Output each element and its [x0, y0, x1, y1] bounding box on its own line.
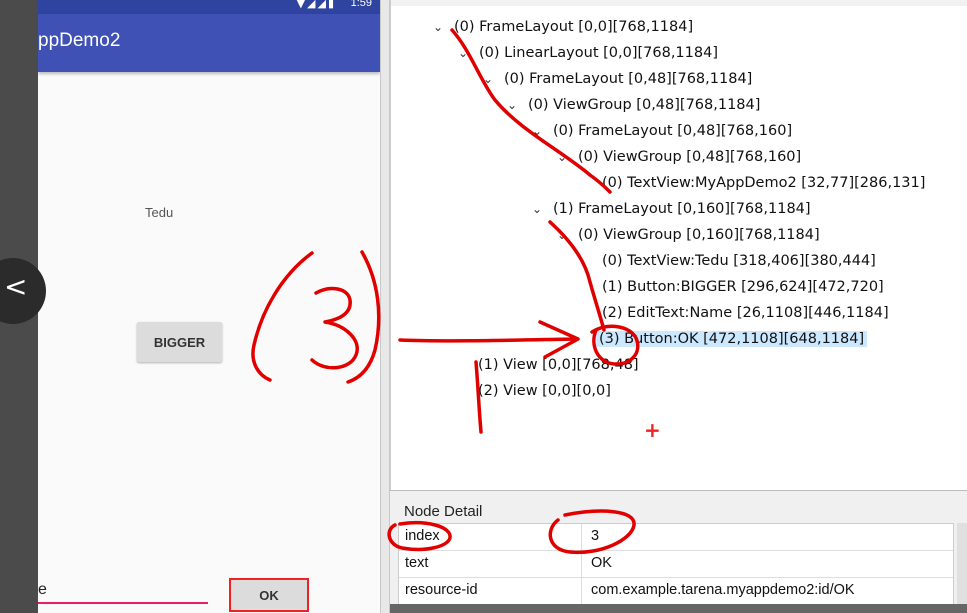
node-detail-panel: Node Detail index 3 text OK resource-id …	[390, 490, 967, 613]
status-bar: ▼◢◢▮ 1:59	[38, 0, 380, 14]
tree-node[interactable]: ⌄ (0) FrameLayout [0,48][768,160]	[532, 118, 795, 144]
chevron-down-icon[interactable]: ⌄	[557, 144, 575, 170]
tree-top-edge	[391, 0, 967, 6]
tree-node[interactable]: ⌄ (0) FrameLayout [0,0][768,1184]	[433, 14, 696, 40]
detail-value: OK	[591, 555, 612, 571]
tree-node[interactable]: (2) EditText:Name [26,1108][446,1184]	[599, 300, 892, 326]
tree-node[interactable]: (0) TextView:MyAppDemo2 [32,77][286,131]	[599, 170, 928, 196]
chevron-down-icon[interactable]: ⌄	[532, 118, 550, 144]
chevron-down-icon[interactable]: ⌄	[458, 40, 476, 66]
detail-value: 3	[591, 528, 600, 544]
detail-key: resource-id	[405, 582, 478, 598]
chevron-down-icon[interactable]: ⌄	[507, 92, 525, 118]
detail-key: index	[405, 528, 440, 544]
node-detail-title: Node Detail	[404, 503, 483, 520]
tree-node[interactable]: (1) View [0,0][768,48]	[475, 352, 642, 378]
status-time: 1:59	[350, 0, 372, 9]
detail-row-resource-id[interactable]: resource-id com.example.tarena.myappdemo…	[399, 578, 953, 605]
tree-node[interactable]: ⌄ (0) ViewGroup [0,48][768,1184]	[507, 92, 763, 118]
chevron-down-icon[interactable]: ⌄	[433, 14, 451, 40]
split-divider[interactable]	[380, 0, 390, 613]
detail-value: com.example.tarena.myappdemo2:id/OK	[591, 582, 855, 598]
detail-key: text	[405, 555, 429, 571]
name-edittext[interactable]	[38, 578, 208, 604]
chevron-down-icon[interactable]: ⌄	[532, 196, 550, 222]
ok-button[interactable]: OK	[229, 578, 309, 612]
status-icons: ▼◢◢▮	[296, 0, 336, 10]
tree-node[interactable]: ⌄ (0) ViewGroup [0,48][768,160]	[557, 144, 804, 170]
column-separator	[581, 524, 582, 551]
tree-node[interactable]: ⌄ (1) FrameLayout [0,160][768,1184]	[532, 196, 814, 222]
hierarchy-tree: ⌄ (0) FrameLayout [0,0][768,1184] ⌄ (0) Li…	[390, 0, 967, 490]
chevron-down-icon[interactable]: ⌄	[557, 222, 575, 248]
bigger-button[interactable]: BIGGER	[137, 322, 222, 362]
tedu-textview: Tedu	[145, 205, 174, 220]
column-separator	[581, 551, 582, 578]
crosshair-plus-icon: +	[644, 418, 661, 442]
detail-row-text[interactable]: text OK	[399, 551, 953, 578]
phone-screen: ▼◢◢▮ 1:59 ppDemo2 Tedu BIGGER OK	[38, 0, 380, 613]
tree-node[interactable]: (0) TextView:Tedu [318,406][380,444]	[599, 248, 879, 274]
detail-scrollbar[interactable]	[957, 523, 967, 613]
chevron-left-icon: <	[4, 270, 28, 303]
tree-node[interactable]: ⌄ (0) LinearLayout [0,0][768,1184]	[458, 40, 721, 66]
tree-node-selected[interactable]: (3) Button:OK [472,1108][648,1184]	[596, 326, 868, 352]
screenshot-root: ▼◢◢▮ 1:59 ppDemo2 Tedu BIGGER OK < ⌄(0) …	[0, 0, 967, 613]
app-bar: ppDemo2	[38, 14, 380, 72]
tree-node[interactable]: ⌄ (0) ViewGroup [0,160][768,1184]	[557, 222, 823, 248]
tree-node[interactable]: (1) Button:BIGGER [296,624][472,720]	[599, 274, 887, 300]
tree-node[interactable]: ⌄ (0) FrameLayout [0,48][768,1184]	[483, 66, 755, 92]
tree-node[interactable]: (2) View [0,0][0,0]	[475, 378, 614, 404]
detail-row-index[interactable]: index 3	[399, 524, 953, 551]
app-title: ppDemo2	[38, 30, 121, 51]
column-separator	[581, 578, 582, 605]
node-detail-table: index 3 text OK resource-id com.example.…	[398, 523, 954, 606]
chevron-down-icon[interactable]: ⌄	[483, 66, 501, 92]
bottom-edge	[390, 604, 967, 613]
